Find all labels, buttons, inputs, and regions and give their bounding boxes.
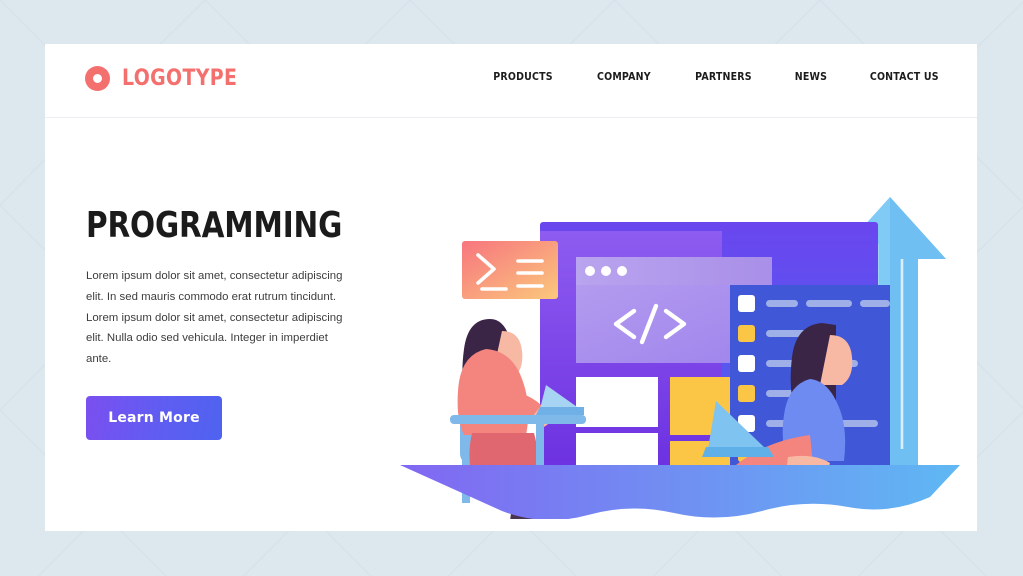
logo[interactable]: LOGOTYPE — [85, 66, 256, 91]
programming-workspace-illustration — [390, 139, 970, 519]
landing-page-card: LOGOTYPE PRODUCTS COMPANY PARTNERS NEWS … — [45, 44, 977, 531]
main-navigation: PRODUCTS COMPANY PARTNERS NEWS CONTACT U… — [490, 71, 943, 83]
site-header: LOGOTYPE PRODUCTS COMPANY PARTNERS NEWS … — [45, 44, 977, 118]
learn-more-button[interactable]: Learn More — [86, 395, 222, 440]
page-title: PROGRAMMING — [86, 205, 343, 246]
window-dot-icon — [617, 266, 627, 276]
nav-item-products[interactable]: PRODUCTS — [493, 71, 552, 83]
nav-item-partners[interactable]: PARTNERS — [695, 71, 752, 83]
window-dot-icon — [585, 266, 595, 276]
ring-logo-icon — [85, 66, 110, 91]
hero-copy: PROGRAMMING Lorem ipsum dolor sit amet, … — [86, 208, 376, 440]
terminal-card — [462, 241, 558, 299]
nav-item-company[interactable]: COMPANY — [597, 71, 651, 83]
window-dot-icon — [601, 266, 611, 276]
browser-window — [576, 257, 772, 285]
ground-wave — [400, 465, 960, 519]
logo-text: LOGOTYPE — [122, 66, 238, 91]
nav-item-contact-us[interactable]: CONTACT US — [870, 71, 939, 83]
hero-description: Lorem ipsum dolor sit amet, consectetur … — [86, 270, 343, 365]
nav-item-news[interactable]: NEWS — [794, 71, 826, 83]
